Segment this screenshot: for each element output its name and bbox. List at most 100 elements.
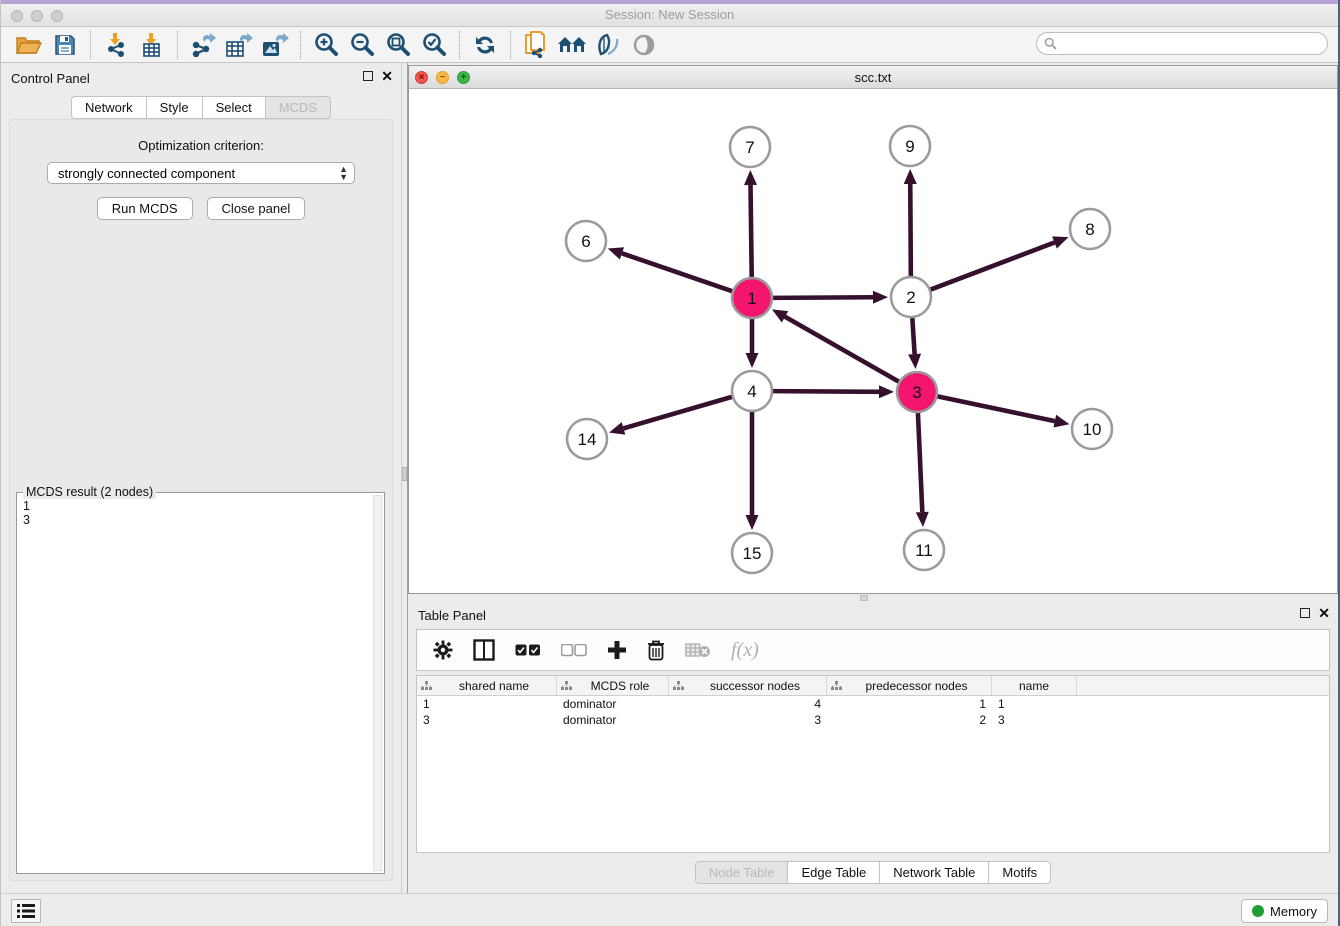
- memory-button[interactable]: Memory: [1241, 899, 1328, 923]
- edge-4-14[interactable]: [623, 397, 731, 429]
- float-panel-icon[interactable]: [363, 71, 373, 81]
- node-label-4: 4: [747, 382, 756, 401]
- open-session-button[interactable]: [11, 30, 47, 60]
- splitter-grip[interactable]: [860, 595, 868, 601]
- table-cell[interactable]: 1: [992, 696, 1077, 712]
- main-content: Control Panel ✕ NetworkStyleSelectMCDS O…: [1, 63, 1338, 893]
- column-header-label: name: [992, 679, 1076, 693]
- add-column-button[interactable]: [607, 640, 627, 660]
- close-panel-icon[interactable]: ✕: [1318, 608, 1330, 618]
- copy-network-button[interactable]: [518, 30, 554, 60]
- function-builder-button[interactable]: f(x): [731, 639, 759, 662]
- node-label-15: 15: [743, 544, 762, 563]
- splitter-grip[interactable]: [402, 467, 407, 481]
- horizontal-splitter[interactable]: [408, 594, 1338, 602]
- tab-node-table[interactable]: Node Table: [695, 861, 789, 884]
- edge-4-3[interactable]: [773, 391, 879, 392]
- table-cell[interactable]: 1: [417, 696, 557, 712]
- tab-network[interactable]: Network: [71, 96, 147, 119]
- tab-mcds[interactable]: MCDS: [266, 96, 331, 119]
- zoom-in-button[interactable]: [308, 30, 344, 60]
- network-canvas[interactable]: 7968124314101511: [409, 89, 1337, 593]
- table-row[interactable]: 1dominator411: [417, 696, 1329, 712]
- export-network-button[interactable]: [185, 30, 221, 60]
- edge-1-2[interactable]: [773, 297, 873, 298]
- float-panel-icon[interactable]: [1300, 608, 1310, 618]
- export-table-button[interactable]: [221, 30, 257, 60]
- tab-select[interactable]: Select: [203, 96, 266, 119]
- import-network-button[interactable]: [98, 30, 134, 60]
- tab-network-table[interactable]: Network Table: [880, 861, 989, 884]
- result-scrollbar[interactable]: [373, 495, 382, 871]
- trash-icon: [647, 640, 665, 661]
- table-cell[interactable]: 3: [417, 712, 557, 728]
- table-cell[interactable]: 2: [827, 712, 992, 728]
- import-network-icon: [103, 32, 129, 58]
- zoom-selected-icon: [421, 32, 447, 58]
- checked-boxes-icon: [515, 644, 541, 657]
- table-cell[interactable]: 3: [669, 712, 827, 728]
- optimization-criterion-select[interactable]: strongly connected component ▲▼: [47, 162, 355, 184]
- network-graph[interactable]: 7968124314101511: [409, 89, 1337, 593]
- table-cell[interactable]: dominator: [557, 696, 669, 712]
- table-row[interactable]: 3dominator323: [417, 712, 1329, 728]
- home-button[interactable]: [554, 30, 590, 60]
- edge-3-1[interactable]: [785, 317, 899, 382]
- task-history-button[interactable]: [11, 899, 41, 923]
- mcds-result-title: MCDS result (2 nodes): [23, 485, 156, 499]
- column-header-successor-nodes[interactable]: successor nodes: [669, 676, 827, 695]
- table-panel: Table Panel ✕: [408, 602, 1338, 893]
- export-table-icon: [225, 32, 253, 58]
- table-cell[interactable]: 4: [669, 696, 827, 712]
- close-panel-icon[interactable]: ✕: [381, 71, 393, 81]
- edge-3-10[interactable]: [938, 396, 1055, 421]
- column-header-name[interactable]: name: [992, 676, 1077, 695]
- export-image-button[interactable]: [257, 30, 293, 60]
- select-all-button[interactable]: [515, 644, 541, 657]
- control-panel-header: Control Panel ✕: [1, 63, 401, 93]
- column-layout-button[interactable]: [473, 639, 495, 661]
- node-label-1: 1: [747, 289, 756, 308]
- network-window-title: scc.txt: [409, 70, 1337, 85]
- network-window-titlebar[interactable]: × − + scc.txt: [409, 66, 1337, 89]
- edge-2-3[interactable]: [912, 318, 914, 354]
- unchecked-boxes-icon: [561, 644, 587, 657]
- show-hide-button[interactable]: [626, 30, 662, 60]
- delete-table-button[interactable]: [685, 642, 711, 658]
- deselect-all-button[interactable]: [561, 644, 587, 657]
- table-cell[interactable]: 1: [827, 696, 992, 712]
- tab-style[interactable]: Style: [147, 96, 203, 119]
- node-label-2: 2: [906, 288, 915, 307]
- node-table[interactable]: shared nameMCDS rolesuccessor nodesprede…: [416, 675, 1330, 853]
- tab-motifs[interactable]: Motifs: [989, 861, 1051, 884]
- edge-1-7[interactable]: [751, 185, 752, 277]
- table-cell[interactable]: 3: [992, 712, 1077, 728]
- edge-2-9[interactable]: [910, 184, 911, 276]
- toolbar-separator: [177, 31, 178, 59]
- vertical-splitter[interactable]: [401, 63, 408, 893]
- column-header-MCDS-role[interactable]: MCDS role: [557, 676, 669, 695]
- delete-column-button[interactable]: [647, 640, 665, 661]
- zoom-fit-button[interactable]: [380, 30, 416, 60]
- settings-gear-button[interactable]: [433, 640, 453, 660]
- edge-3-11[interactable]: [918, 413, 922, 512]
- run-mcds-button[interactable]: Run MCDS: [97, 197, 193, 220]
- node-label-11: 11: [915, 541, 933, 560]
- search-input[interactable]: [1036, 32, 1328, 55]
- edge-2-8[interactable]: [931, 242, 1055, 289]
- refresh-button[interactable]: [467, 30, 503, 60]
- tab-edge-table[interactable]: Edge Table: [788, 861, 880, 884]
- zoom-out-button[interactable]: [344, 30, 380, 60]
- close-panel-button[interactable]: Close panel: [207, 197, 306, 220]
- column-type-icon: [561, 681, 572, 691]
- column-header-shared-name[interactable]: shared name: [417, 676, 557, 695]
- table-cell[interactable]: dominator: [557, 712, 669, 728]
- column-header-predecessor-nodes[interactable]: predecessor nodes: [827, 676, 992, 695]
- import-table-button[interactable]: [134, 30, 170, 60]
- save-session-button[interactable]: [47, 30, 83, 60]
- zoom-selected-button[interactable]: [416, 30, 452, 60]
- edge-1-6[interactable]: [622, 253, 732, 291]
- arrowhead-1-2: [873, 291, 888, 304]
- arrowhead-4-14: [609, 422, 625, 434]
- toggle-graphics-details-button[interactable]: [590, 30, 626, 60]
